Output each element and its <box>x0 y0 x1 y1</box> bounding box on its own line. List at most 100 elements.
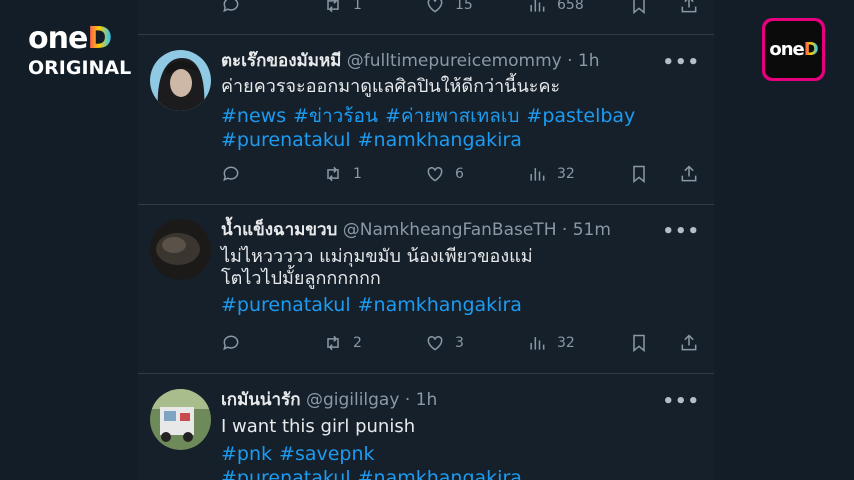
hashtag[interactable]: #news <box>221 105 286 127</box>
tweet-actions: 2 3 32 <box>221 332 701 354</box>
like-count: 15 <box>455 0 473 13</box>
tweet[interactable]: น้ำแข็งฉามขวบ @NamkheangFanBaseTH · 51m … <box>138 219 714 369</box>
tweet-actions-previous: 1 15 658 <box>221 0 701 16</box>
tweet[interactable]: ตะเร๊กของมัมหมี @fulltimepureicemommy · … <box>138 50 714 200</box>
retweet-button[interactable]: 1 <box>323 163 362 185</box>
views-button[interactable]: 32 <box>527 163 575 185</box>
share-button[interactable] <box>679 163 699 185</box>
views-count: 658 <box>557 0 584 13</box>
hashtags: #pnk #savepnk #purenatakul #namkhangakira <box>221 442 529 480</box>
hashtag[interactable]: #purenatakul <box>221 129 351 151</box>
like-button[interactable]: 15 <box>425 0 473 16</box>
author-name[interactable]: เกมันน่ารัก <box>221 390 301 410</box>
retweet-count: 2 <box>353 335 362 351</box>
like-count: 3 <box>455 335 464 351</box>
author-name[interactable]: ตะเร๊กของมัมหมี <box>221 51 341 71</box>
retweet-count: 1 <box>353 166 362 182</box>
bookmark-icon <box>633 334 645 353</box>
views-icon <box>530 337 545 350</box>
retweet-icon <box>327 335 339 351</box>
tweet-line: โตไวไปมั้ยลูกกกกกก <box>221 268 381 289</box>
logo-letter: D <box>87 21 112 56</box>
hashtag[interactable]: #pnk <box>221 443 272 465</box>
reply-icon <box>223 335 239 351</box>
tweet-header: น้ำแข็งฉามขวบ @NamkheangFanBaseTH · 51m <box>221 219 611 241</box>
views-icon <box>530 0 545 12</box>
more-icon[interactable]: ••• <box>662 52 700 73</box>
tweet-header: ตะเร๊กของมัมหมี @fulltimepureicemommy · … <box>221 50 600 72</box>
timestamp[interactable]: 1h <box>578 51 600 71</box>
more-icon[interactable]: ••• <box>662 391 700 412</box>
like-icon <box>427 0 443 13</box>
share-icon <box>681 165 697 182</box>
author-handle[interactable]: @gigililgay <box>306 390 399 410</box>
separator-dot: · <box>404 390 411 410</box>
tweet-actions: 1 6 32 <box>221 163 701 185</box>
retweet-icon <box>327 166 339 182</box>
hashtag[interactable]: #ค่ายพาสเทลเบ <box>385 105 519 127</box>
divider <box>138 204 714 205</box>
hashtag[interactable]: #namkhangakira <box>358 467 522 480</box>
tweet-text: ค่ายควรจะออกมาดูแลศิลปินให้ดีกว่านี้นะคะ <box>221 76 560 98</box>
badge-word: one <box>769 39 804 60</box>
like-button[interactable]: 3 <box>425 332 464 354</box>
hashtags: #purenatakul #namkhangakira <box>221 293 529 317</box>
retweet-button[interactable]: 1 <box>323 0 362 16</box>
hashtag[interactable]: #savepnk <box>279 443 375 465</box>
views-button[interactable]: 32 <box>527 332 575 354</box>
views-button[interactable]: 658 <box>527 0 584 16</box>
reply-button[interactable] <box>221 163 241 185</box>
bookmark-button[interactable] <box>629 163 649 185</box>
like-icon <box>427 335 443 351</box>
reply-button[interactable] <box>221 0 241 16</box>
avatar[interactable] <box>150 50 211 111</box>
avatar[interactable] <box>150 389 211 450</box>
tweet-line: ไม่ไหววววว แม่กุมขมับ น้องเพียวของแม่ <box>221 246 533 267</box>
share-button[interactable] <box>679 332 699 354</box>
like-count: 6 <box>455 166 464 182</box>
author-handle[interactable]: @fulltimepureicemommy <box>347 51 562 71</box>
divider <box>138 34 714 35</box>
hashtag[interactable]: #pastelbay <box>526 105 635 127</box>
timestamp[interactable]: 1h <box>416 390 438 410</box>
badge-letter: D <box>803 39 819 60</box>
hashtag[interactable]: #namkhangakira <box>358 294 522 316</box>
reply-icon <box>223 0 239 13</box>
more-icon[interactable]: ••• <box>662 221 700 242</box>
bookmark-button[interactable] <box>629 0 649 16</box>
reply-button[interactable] <box>221 332 241 354</box>
timestamp[interactable]: 51m <box>573 220 611 240</box>
avatar[interactable] <box>150 219 211 280</box>
reply-icon <box>223 166 239 182</box>
retweet-button[interactable]: 2 <box>323 332 362 354</box>
author-handle[interactable]: @NamkheangFanBaseTH <box>343 220 557 240</box>
author-name[interactable]: น้ำแข็งฉามขวบ <box>221 220 337 240</box>
views-count: 32 <box>557 335 575 351</box>
share-button[interactable] <box>679 0 699 16</box>
hashtag[interactable]: #namkhangakira <box>358 129 522 151</box>
tweet-header: เกมันน่ารัก @gigililgay · 1h <box>221 389 437 411</box>
hashtag[interactable]: #ข่าวร้อน <box>293 105 378 127</box>
retweet-icon <box>327 0 339 13</box>
share-icon <box>681 0 697 13</box>
channel-logo: oneD ORIGINAL <box>28 21 132 84</box>
hashtag[interactable]: #purenatakul <box>221 467 351 480</box>
hashtag[interactable]: #purenatakul <box>221 294 351 316</box>
bookmark-button[interactable] <box>629 332 649 354</box>
like-icon <box>427 166 443 182</box>
logo-subtitle: ORIGINAL <box>28 57 132 79</box>
separator-dot: · <box>561 220 568 240</box>
tweet-text: ไม่ไหววววว แม่กุมขมับ น้องเพียวของแม่ โต… <box>221 246 533 290</box>
tweet-text: I want this girl punish <box>221 416 415 438</box>
bookmark-icon <box>633 165 645 184</box>
tweet-line: I want this girl punish <box>221 416 416 437</box>
separator-dot: · <box>567 51 573 71</box>
hashtags: #news #ข่าวร้อน #ค่ายพาสเทลเบ #pastelbay #p… <box>221 104 642 152</box>
views-icon <box>530 168 545 181</box>
like-button[interactable]: 6 <box>425 163 464 185</box>
tweet-feed[interactable]: 1 15 658 ตะเร๊กของมัมหมี @fulltimepureic… <box>138 0 714 480</box>
logo-word: one <box>28 21 88 56</box>
divider <box>138 373 714 374</box>
tweet[interactable]: เกมันน่ารัก @gigililgay · 1h ••• I want … <box>138 389 714 480</box>
bookmark-icon <box>633 0 645 15</box>
